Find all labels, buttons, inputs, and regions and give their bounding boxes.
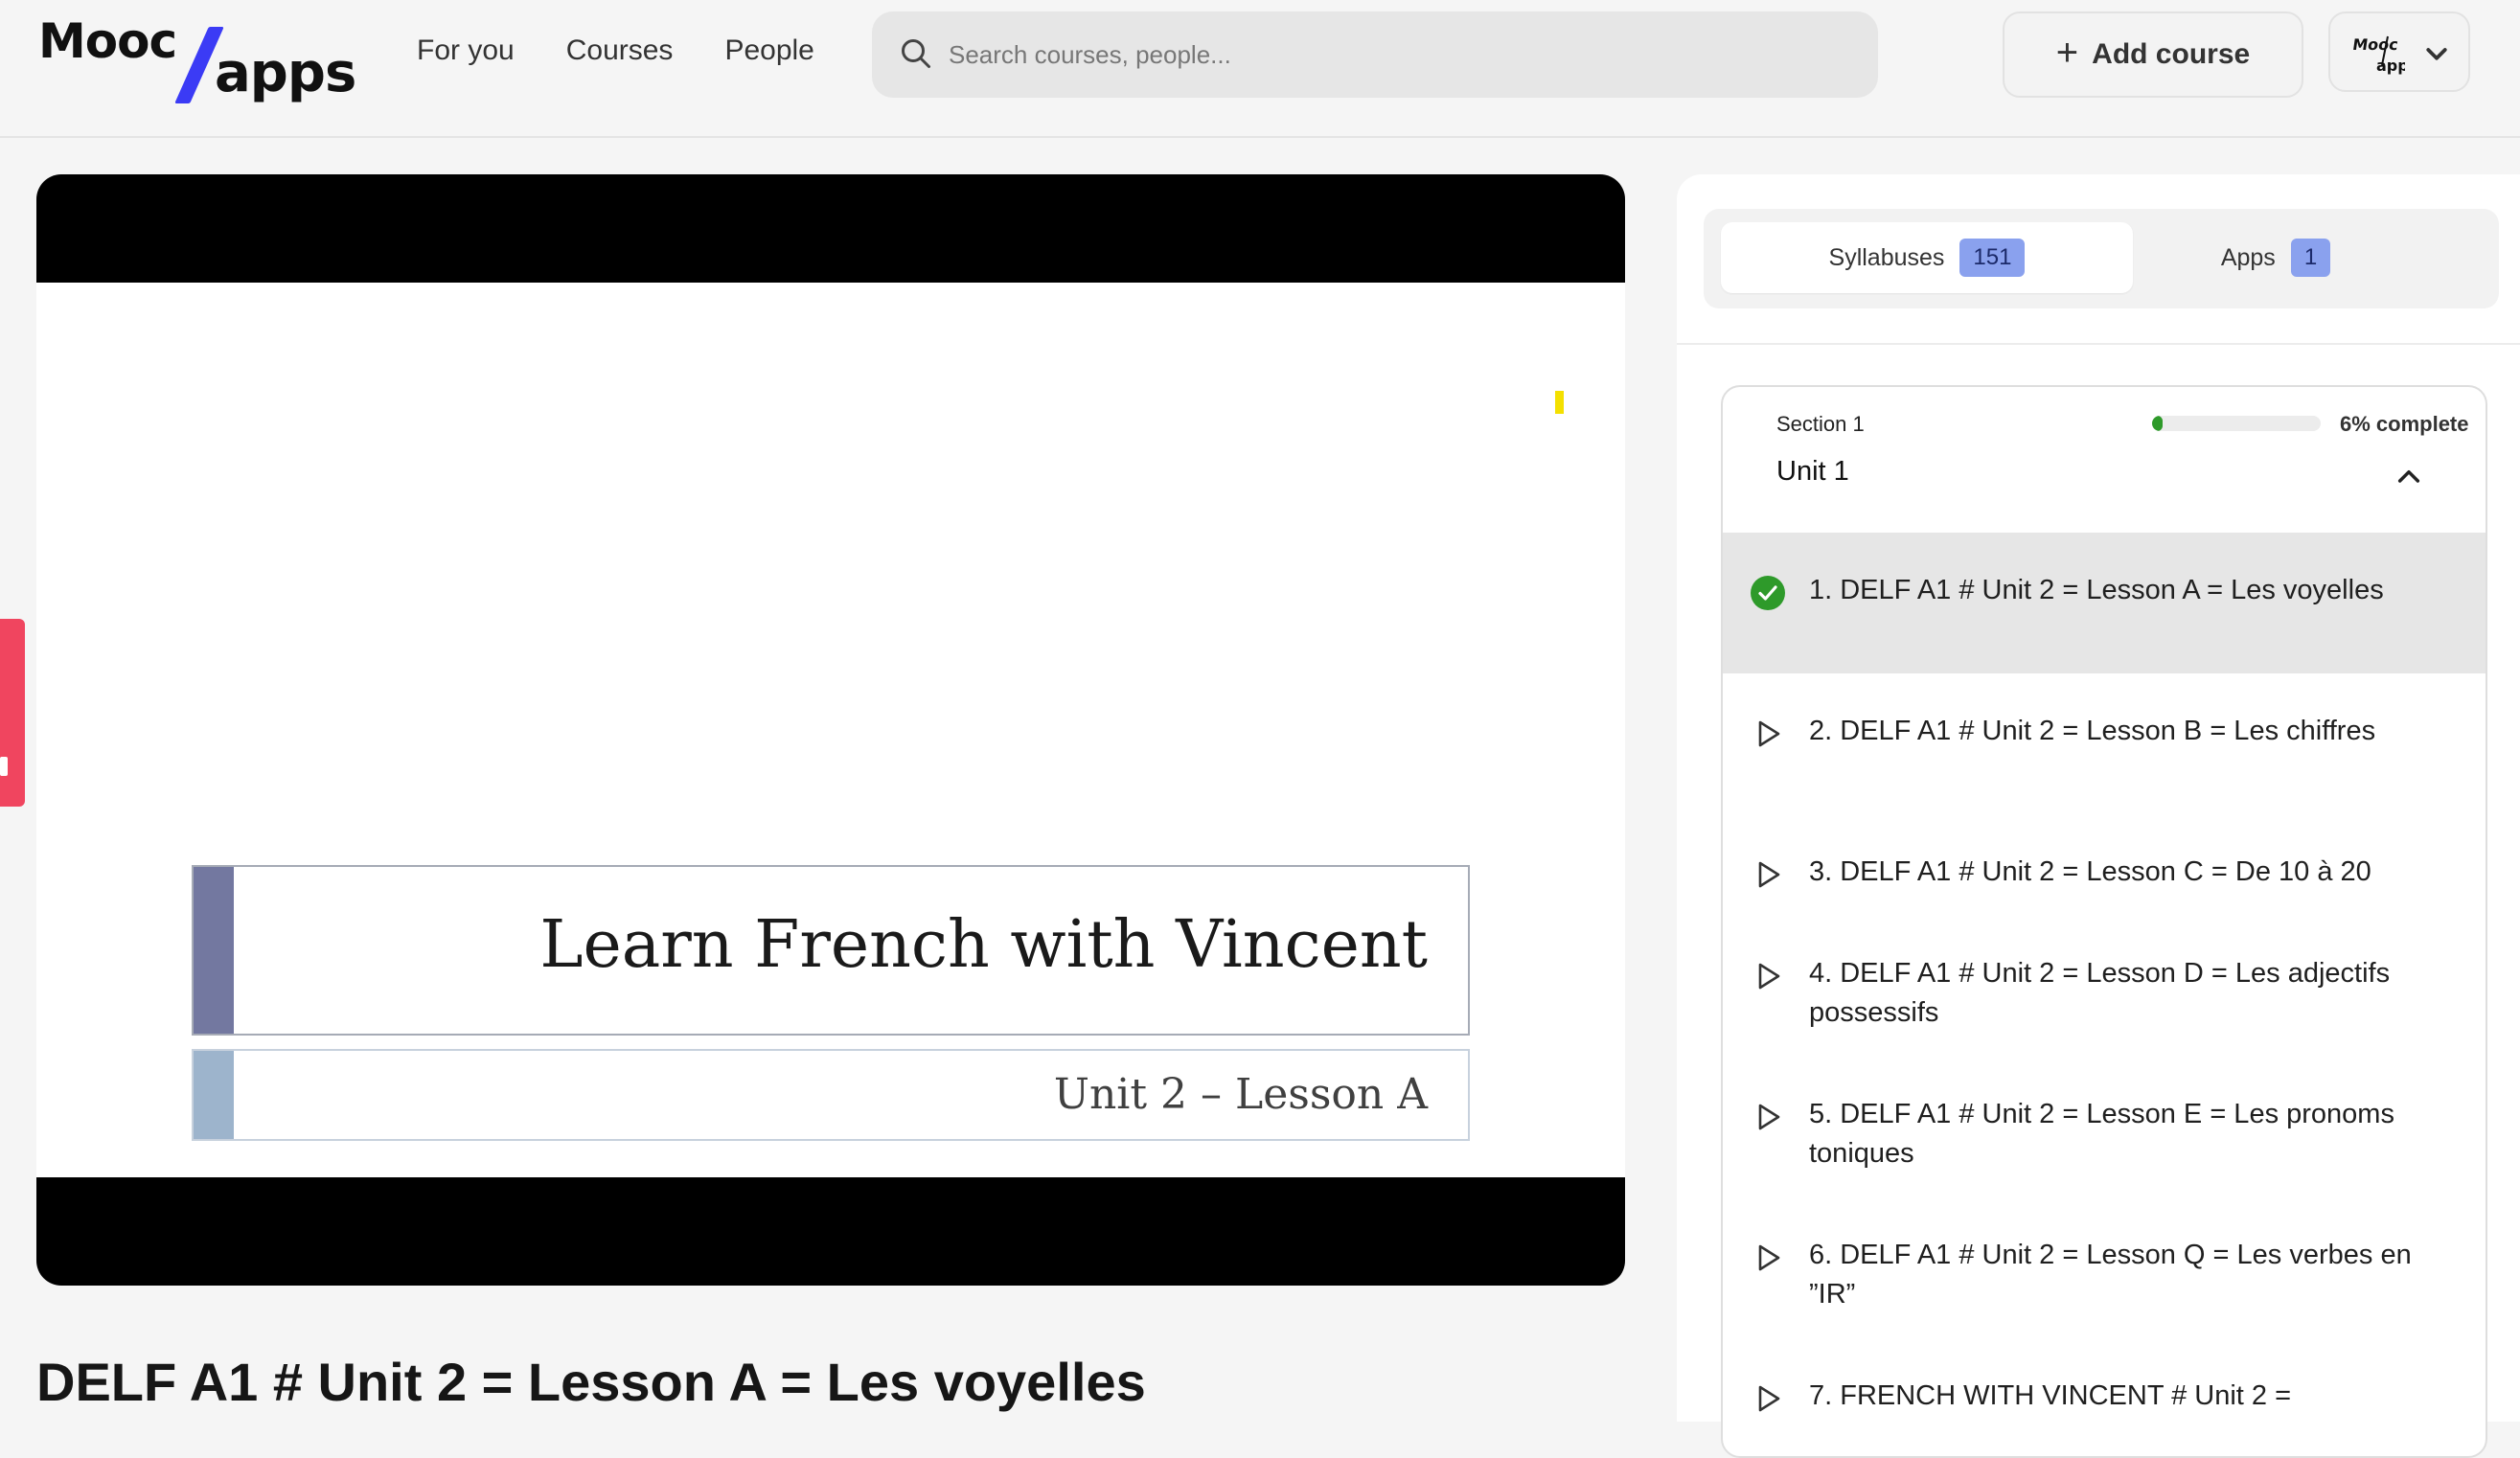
slide-title-box: Learn French with Vincent [192,865,1470,1036]
video-frame: Learn French with Vincent Unit 2 – Lesso… [36,283,1625,1177]
tab-apps[interactable]: Apps 1 [2070,222,2482,293]
play-icon [1758,861,1780,888]
chevron-up-icon [2397,469,2420,483]
section-progress-bar [2152,416,2321,431]
lesson-item-label: 6. DELF A1 # Unit 2 = Lesson Q = Les ver… [1809,1240,2412,1310]
search-icon [902,39,930,68]
lesson-item-2[interactable]: 2. DELF A1 # Unit 2 = Lesson B = Les chi… [1723,673,2486,814]
lesson-item-label: 3. DELF A1 # Unit 2 = Lesson C = De 10 à… [1809,856,2371,887]
lesson-item-label: 4. DELF A1 # Unit 2 = Lesson D = Les adj… [1809,958,2391,1028]
sidebar-tabs: Syllabuses 151 Apps 1 [1704,209,2499,308]
svg-text:Mooc: Mooc [2351,35,2399,54]
play-icon [1758,1104,1780,1130]
panel-divider [1677,343,2520,345]
section-card: Section 1 Unit 1 6% complete 1. DELF A1 … [1721,385,2487,1458]
feedback-side-tab[interactable] [0,619,25,807]
lesson-item-5[interactable]: 5. DELF A1 # Unit 2 = Lesson E = Les pro… [1723,1057,2486,1197]
lesson-item-label: 7. FRENCH WITH VINCENT # Unit 2 = [1809,1380,2292,1411]
side-tab-mark [0,757,8,776]
search-bar [872,11,1878,98]
lesson-item-1[interactable]: 1. DELF A1 # Unit 2 = Lesson A = Les voy… [1723,533,2486,673]
moocapps-logo[interactable]: Mooc apps [38,13,356,105]
plus-icon: + [2055,32,2079,74]
course-sidebar: Syllabuses 151 Apps 1 Section 1 Unit 1 6… [1677,174,2520,1458]
lesson-item-3[interactable]: 3. DELF A1 # Unit 2 = Lesson C = De 10 à… [1723,814,2486,916]
slide-subtitle-box: Unit 2 – Lesson A [192,1049,1470,1141]
top-header: Mooc apps For you Courses People + Add c… [0,0,2520,138]
avatar: Mooc apps [2351,35,2405,75]
tab-syllabuses-count: 151 [1959,239,2026,277]
lesson-list: 1. DELF A1 # Unit 2 = Lesson A = Les voy… [1723,533,2486,1456]
lesson-item-label: 2. DELF A1 # Unit 2 = Lesson B = Les chi… [1809,716,2376,746]
nav-for-you[interactable]: For you [417,34,515,67]
logo-mooc-text: Mooc [38,13,177,69]
section-progress-fill [2152,416,2163,431]
play-icon [1758,720,1780,747]
slide-subtitle-accent [194,1051,234,1139]
section-unit-title: Unit 1 [1776,456,1849,487]
check-circle-icon [1751,576,1785,610]
section-header-toggle[interactable]: Section 1 Unit 1 6% complete [1723,387,2486,533]
add-course-label: Add course [2092,38,2251,70]
lesson-item-label: 5. DELF A1 # Unit 2 = Lesson E = Les pro… [1809,1099,2394,1169]
cursor-marker [1555,391,1564,414]
tab-apps-label: Apps [2220,243,2276,271]
profile-menu-button[interactable]: Mooc apps [2328,11,2470,92]
svg-text:apps: apps [2376,57,2405,75]
lesson-item-6[interactable]: 6. DELF A1 # Unit 2 = Lesson Q = Les ver… [1723,1197,2486,1338]
slide-subtitle: Unit 2 – Lesson A [1053,1070,1428,1119]
lesson-item-7[interactable]: 7. FRENCH WITH VINCENT # Unit 2 = [1723,1338,2486,1456]
play-icon [1758,963,1780,990]
nav-people[interactable]: People [724,34,813,67]
lesson-title: DELF A1 # Unit 2 = Lesson A = Les voyell… [36,1352,1146,1412]
lesson-item-4[interactable]: 4. DELF A1 # Unit 2 = Lesson D = Les adj… [1723,916,2486,1057]
nav-courses[interactable]: Courses [566,34,674,67]
search-input[interactable] [949,11,1849,98]
tab-syllabuses-label: Syllabuses [1828,243,1945,271]
slide-title: Learn French with Vincent [539,907,1428,983]
section-progress-text: 6% complete [2340,412,2469,436]
add-course-button[interactable]: + Add course [2003,11,2303,98]
tab-apps-count: 1 [2290,239,2331,277]
logo-apps-text: apps [215,42,356,104]
slide-title-accent [194,867,234,1034]
chevron-down-icon [2426,48,2447,60]
video-player[interactable]: Learn French with Vincent Unit 2 – Lesso… [36,174,1625,1286]
play-icon [1758,1385,1780,1412]
lesson-item-label: 1. DELF A1 # Unit 2 = Lesson A = Les voy… [1809,575,2384,605]
main-nav: For you Courses People [417,34,814,67]
play-icon [1758,1244,1780,1271]
section-label: Section 1 [1776,412,1865,436]
